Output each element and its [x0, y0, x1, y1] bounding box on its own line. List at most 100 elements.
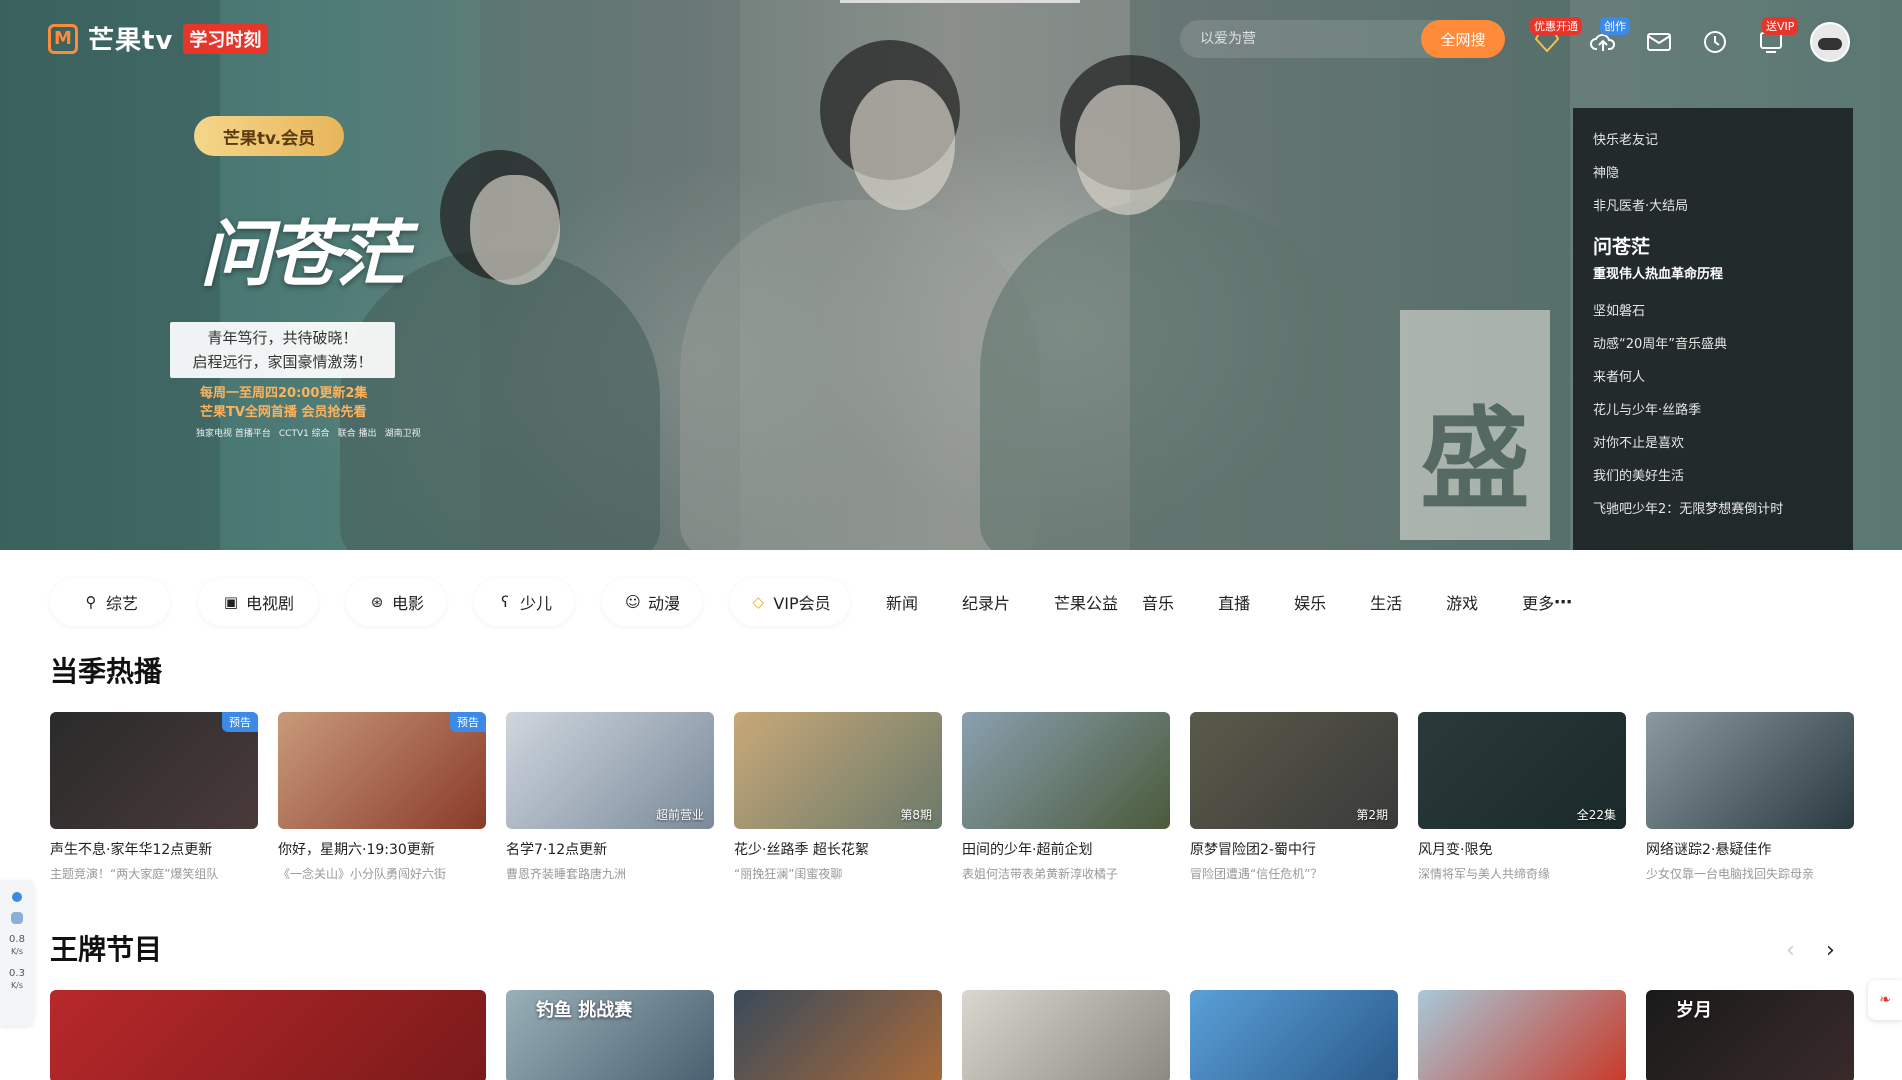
video-thumbnail[interactable]: 预告	[278, 712, 486, 829]
video-title[interactable]: 田间的少年·超前企划	[962, 839, 1170, 859]
vip-diamond-button[interactable]: 优惠开通	[1530, 17, 1582, 59]
hero-playlist-item[interactable]: 非凡医者·大结局	[1573, 188, 1853, 221]
category-link[interactable]: 直播	[1218, 590, 1250, 614]
video-title[interactable]: 花少·丝路季 超长花絮	[734, 839, 942, 859]
hero-playlist-item[interactable]: 动感“20周年”音乐盛典	[1573, 326, 1853, 359]
hero-playlist-item[interactable]: 坚如磐石	[1573, 293, 1853, 326]
category-link[interactable]: 娱乐	[1294, 590, 1326, 614]
category-pill[interactable]: ☺ 动漫	[602, 578, 702, 626]
video-thumbnail[interactable]: 第2期	[1190, 712, 1398, 829]
video-thumbnail[interactable]	[1646, 712, 1854, 829]
hero-playlist-item[interactable]: 花儿与少年·丝路季	[1573, 392, 1853, 425]
video-title[interactable]: 名学7·12点更新	[506, 839, 714, 859]
video-card[interactable]: 全22集风月变·限免深情将军与美人共缔奇缘	[1418, 712, 1626, 882]
next-arrow-icon[interactable]: ›	[1826, 938, 1835, 963]
category-link[interactable]: 新闻	[886, 590, 918, 614]
program-thumbnail[interactable]	[734, 990, 942, 1080]
hero-playlist-item[interactable]: 神隐	[1573, 155, 1853, 188]
hot-card-row: 预告 声生不息·家年华12点更新 主题竞演！“两大家庭”爆笑组队 预告 你好，星期六·1…	[50, 712, 1854, 882]
category-link[interactable]: 游戏	[1446, 590, 1478, 614]
video-title[interactable]: 原梦冒险团2-蜀中行	[1190, 839, 1398, 859]
upload-speed-unit: K/s	[10, 947, 24, 956]
video-card[interactable]: 预告 声生不息·家年华12点更新 主题竞演！“两大家庭”爆笑组队	[50, 712, 258, 882]
film-reel-icon: ⊛	[370, 593, 384, 611]
logo-badge: 学习时刻	[183, 23, 268, 54]
hero-playlist-item[interactable]: 对你不止是喜欢	[1573, 425, 1853, 458]
network-speed-widget[interactable]: 0.8 K/s 0.3 K/s	[0, 880, 34, 1026]
video-thumbnail[interactable]: 第8期	[734, 712, 942, 829]
user-avatar[interactable]	[1810, 22, 1850, 62]
message-button[interactable]	[1642, 25, 1676, 59]
hero-slogan-line2: 启程远行，家国豪情激荡！	[192, 353, 373, 371]
program-thumbnail[interactable]	[962, 990, 1170, 1080]
hero-show-title[interactable]: 问苍茫	[200, 195, 408, 300]
more-dots-icon: ⋯	[1554, 591, 1573, 613]
hero-playlist-item[interactable]: 飞驰吧少年2：无限梦想赛倒计时	[1573, 491, 1853, 524]
program-thumbnail[interactable]	[1418, 990, 1626, 1080]
video-thumbnail[interactable]: 超前营业	[506, 712, 714, 829]
category-link[interactable]: 音乐	[1142, 590, 1174, 614]
video-thumbnail[interactable]: 预告	[50, 712, 258, 829]
site-logo[interactable]: M 芒果tv 学习时刻	[48, 20, 268, 57]
download-speed-value: 0.3	[9, 968, 25, 979]
program-thumbnail[interactable]	[1190, 990, 1398, 1080]
video-title[interactable]: 网络谜踪2·悬疑佳作	[1646, 839, 1854, 859]
category-link[interactable]: 生活	[1370, 590, 1402, 614]
create-tag: 创作	[1600, 17, 1630, 35]
video-title[interactable]: 声生不息·家年华12点更新	[50, 839, 258, 859]
device-button[interactable]: 送VIP	[1754, 17, 1799, 59]
status-dot-icon	[12, 892, 22, 902]
floating-helper-button[interactable]: ❧	[1868, 980, 1902, 1020]
episode-label: 超前营业	[655, 808, 704, 822]
program-overlay-text: 岁月	[1676, 1000, 1712, 1021]
video-card[interactable]: 第8期花少·丝路季 超长花絮 “丽挽狂澜”闺蜜夜聊	[734, 712, 942, 882]
category-link[interactable]: 更多	[1522, 590, 1554, 614]
program-thumbnail[interactable]: 岁月	[1646, 990, 1854, 1080]
hero-playlist-item[interactable]: 快乐老友记	[1573, 122, 1853, 155]
mango-mascot-icon: ❧	[1879, 992, 1891, 1008]
category-link[interactable]: 纪录片	[962, 590, 1010, 614]
hero-slogan-line1: 青年笃行，共待破晓！	[207, 329, 358, 347]
hero-banner[interactable]: 盛 芒果tv.会员 问苍茫 青年笃行，共待破晓！ 启程远行，家国豪情激荡！ 每周…	[0, 0, 1902, 550]
category-pill[interactable]: ⚲ 综艺	[50, 578, 170, 626]
episode-label: 第8期	[900, 808, 932, 822]
video-thumbnail[interactable]: 全22集	[1418, 712, 1626, 829]
category-link[interactable]: 芒果公益	[1054, 590, 1118, 614]
trailer-badge: 预告	[222, 712, 258, 732]
hero-playlist-item-title: 问苍茫	[1593, 236, 1651, 258]
video-card[interactable]: 预告 你好，星期六·19:30更新 《一念关山》小分队勇闯好六街	[278, 712, 486, 882]
category-pill[interactable]: ⊛ 电影	[346, 578, 446, 626]
clock-icon	[1704, 31, 1726, 53]
hero-person-right	[980, 200, 1360, 550]
category-pill-label: 电视剧	[245, 594, 294, 613]
video-card[interactable]: 超前营业 名学7·12点更新 曹恩齐装睡套路唐九洲	[506, 712, 714, 882]
hero-playlist-item[interactable]: 问苍茫 重现伟人热血革命历程	[1573, 221, 1853, 293]
category-pill[interactable]: ʕ 少儿	[474, 578, 574, 626]
video-subtitle: 深情将军与美人共缔奇缘	[1418, 867, 1551, 881]
category-pill[interactable]: ◇ VIP会员	[730, 578, 850, 626]
program-thumbnail[interactable]	[50, 990, 486, 1080]
search-button[interactable]: 全网搜	[1421, 20, 1505, 58]
video-title[interactable]: 你好，星期六·19:30更新	[278, 839, 486, 859]
history-button[interactable]	[1698, 25, 1732, 59]
hero-bg-building-left	[0, 0, 220, 550]
video-card[interactable]: 田间的少年·超前企划 表姐何洁带表弟黄新淳收橘子	[962, 712, 1170, 882]
video-title[interactable]: 风月变·限免	[1418, 839, 1626, 859]
prev-arrow-icon[interactable]: ‹	[1786, 938, 1795, 963]
broadcaster-item: CCTV1 综合	[278, 429, 330, 439]
category-pill-label: 少儿	[519, 594, 552, 613]
program-thumbnail[interactable]: 钓鱼 挑战赛	[506, 990, 714, 1080]
search-input[interactable]	[1180, 31, 1420, 47]
section-title-hot: 当季热播	[50, 655, 163, 688]
video-card[interactable]: 第2期 原梦冒险团2-蜀中行 冒险团遭遇“信任危机”？	[1190, 712, 1398, 882]
hero-playlist-item[interactable]: 来者何人	[1573, 359, 1853, 392]
upload-button[interactable]: 创作	[1586, 17, 1630, 59]
video-subtitle: “丽挽狂澜”闺蜜夜聊	[734, 867, 843, 881]
video-card[interactable]: 网络谜踪2·悬疑佳作 少女仅靠一台电脑找回失踪母亲	[1646, 712, 1854, 882]
mango-logo-icon: M	[48, 23, 78, 54]
category-pill[interactable]: ▣ 电视剧	[198, 578, 318, 626]
hero-playlist-item[interactable]: 我们的美好生活	[1573, 458, 1853, 491]
video-thumbnail[interactable]	[962, 712, 1170, 829]
category-nav: ⚲ 综艺 ▣ 电视剧 ⊛ 电影 ʕ 少儿 ☺ 动漫 ◇ VIP会员 新闻 纪录片 芒果公益 音乐 直播 娱乐 生活 游…	[50, 578, 1572, 626]
category-pill-label: 电影	[391, 594, 424, 613]
